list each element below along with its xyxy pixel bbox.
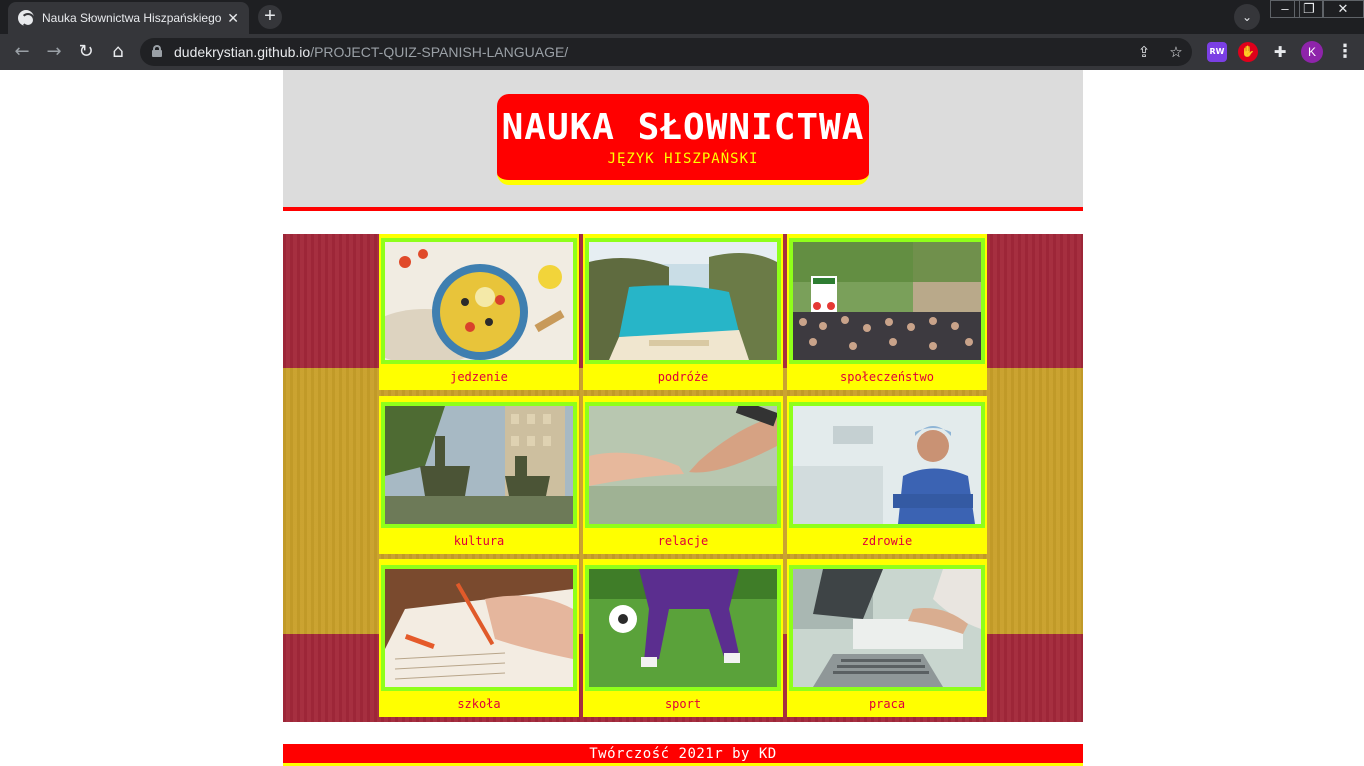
category-card-praca[interactable]: praca [787,559,987,717]
category-card-sport[interactable]: sport [583,559,783,717]
rw-extension-icon[interactable]: RW [1207,42,1227,62]
category-card-zdrowie[interactable]: zdrowie [787,396,987,554]
category-card-relacje[interactable]: relacje [583,396,783,554]
extensions-puzzle-icon[interactable]: ✚ [1270,42,1290,62]
profile-avatar[interactable]: K [1301,41,1323,63]
category-label[interactable]: szkoła [379,697,579,711]
category-label[interactable]: sport [583,697,783,711]
forward-arrow-icon[interactable]: → [42,40,66,64]
site-logo: NAUKA SŁOWNICTWA JĘZYK HISZPAŃSKI [497,94,869,185]
category-card-szkola[interactable]: szkoła [379,559,579,717]
url-text: dudekrystian.github.io/PROJECT-QUIZ-SPAN… [174,44,569,60]
home-icon[interactable]: ⌂ [106,40,130,64]
site-footer: Twórczość 2021r by KD [283,744,1083,766]
site-title: NAUKA SŁOWNICTWA [501,107,865,148]
adblock-extension-icon[interactable]: ✋ [1238,42,1258,62]
browser-tab-active[interactable]: Nauka Słownictwa Hiszpańskiego ✕ [8,2,249,34]
tab-title: Nauka Słownictwa Hiszpańskiego [42,11,222,25]
browser-tab-bar: Nauka Słownictwa Hiszpańskiego ✕ + ⌄ – ❐… [0,0,1364,34]
more-menu-icon[interactable]: ⋮ [1336,40,1354,64]
new-tab-button[interactable]: + [258,5,282,29]
category-label[interactable]: zdrowie [787,534,987,548]
category-card-podroze[interactable]: podróże [583,234,783,390]
category-card-kultura[interactable]: kultura [379,396,579,554]
category-label[interactable]: społeczeństwo [787,370,987,384]
site-header: NAUKA SŁOWNICTWA JĘZYK HISZPAŃSKI [283,70,1083,211]
category-grid: jedzenie podróże społeczeństwo kultura r… [379,234,987,722]
paella-photo[interactable] [381,238,577,364]
lock-icon [152,45,162,57]
browser-toolbar: ← → ↻ ⌂ dudekrystian.github.io/PROJECT-Q… [0,34,1364,70]
category-card-spoleczenstwo[interactable]: społeczeństwo [787,234,987,390]
category-label[interactable]: jedzenie [379,370,579,384]
category-label[interactable]: relacje [583,534,783,548]
address-bar[interactable]: dudekrystian.github.io/PROJECT-QUIZ-SPAN… [140,38,1192,66]
category-label[interactable]: podróże [583,370,783,384]
page: NAUKA SŁOWNICTWA JĘZYK HISZPAŃSKI jedzen… [283,70,1083,766]
football-player-photo[interactable] [585,565,781,691]
category-label[interactable]: kultura [379,534,579,548]
doctor-photo[interactable] [789,402,985,528]
crowd-street-photo[interactable] [789,238,985,364]
beach-cove-photo[interactable] [585,238,781,364]
don-quixote-statue-photo[interactable] [381,402,577,528]
laptop-work-photo[interactable] [789,565,985,691]
category-card-jedzenie[interactable]: jedzenie [379,234,579,390]
restore-icon[interactable]: ❐ [1294,0,1324,18]
window-close-icon[interactable]: ✕ [1322,0,1364,18]
bookmark-star-icon[interactable]: ☆ [1166,42,1186,62]
back-arrow-icon[interactable]: ← [10,40,34,64]
category-label[interactable]: praca [787,697,987,711]
site-subtitle: JĘZYK HISZPAŃSKI [607,151,759,167]
holding-hands-photo[interactable] [585,402,781,528]
spain-flag-background: jedzenie podróże społeczeństwo kultura r… [283,234,1083,722]
globe-icon [18,10,35,27]
share-icon[interactable]: ⇪ [1134,42,1154,62]
tab-close-icon[interactable]: ✕ [227,10,239,27]
child-writing-photo[interactable] [381,565,577,691]
reload-icon[interactable]: ↻ [74,40,98,64]
tab-search-chevron-icon[interactable]: ⌄ [1234,4,1260,30]
